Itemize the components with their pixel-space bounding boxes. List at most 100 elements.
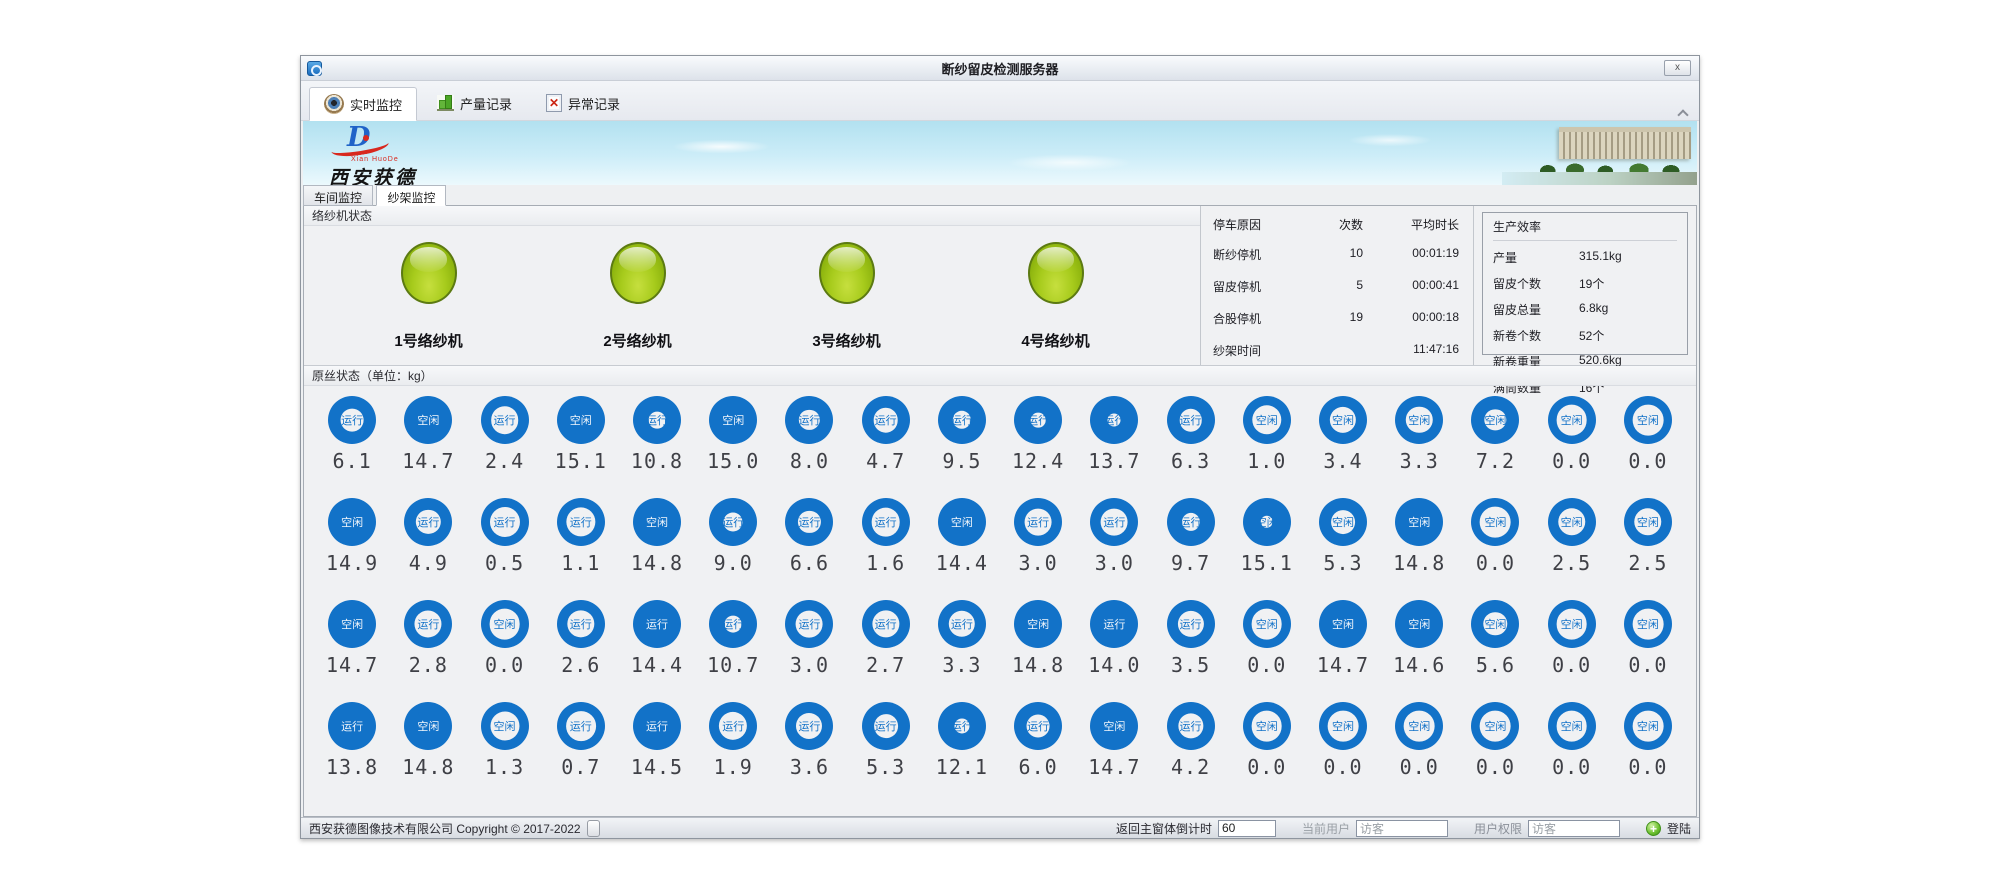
countdown-input[interactable]: [1218, 820, 1276, 837]
stop-reason: 留皮停机: [1213, 278, 1305, 295]
spool-status-indicator: 运行: [709, 702, 757, 750]
spool-status-label: 空闲: [481, 718, 529, 734]
spool-weight-value: 3.6: [771, 755, 847, 779]
spool-status-indicator: 运行: [1090, 396, 1138, 444]
spool-weight-value: 2.4: [466, 449, 542, 473]
spool-weight-value: 6.3: [1152, 449, 1228, 473]
spool-cell: 运行13.7: [1076, 390, 1152, 492]
spool-status-indicator: 运行: [785, 702, 833, 750]
spool-status-indicator: 空闲: [1624, 498, 1672, 546]
spool-status-indicator: 空闲: [1319, 600, 1367, 648]
spool-status-label: 空闲: [481, 616, 529, 632]
spool-status-label: 运行: [404, 514, 452, 530]
ribbon-tab-bar: 实时监控 产量记录 异常记录: [301, 81, 1699, 121]
spool-status-label: 空闲: [404, 718, 452, 734]
spool-cell: 运行 3.0: [771, 594, 847, 696]
spool-status-indicator: 运行: [709, 600, 757, 648]
spool-status-indicator: 空闲: [938, 498, 986, 546]
spool-status-indicator: 运行: [862, 498, 910, 546]
green-led-indicator: [1028, 242, 1084, 304]
main-content: 络纱机状态 1号络纱机 2号络纱机 3号络纱机: [303, 205, 1697, 817]
spool-cell: 空闲14.6: [1381, 594, 1457, 696]
tab-realtime-monitor[interactable]: 实时监控: [309, 87, 417, 121]
view-tab-bar: 车间监控 纱架监控: [301, 185, 1699, 206]
spool-weight-value: 4.2: [1152, 755, 1228, 779]
green-led-indicator: [610, 242, 666, 304]
spool-cell: 空闲3.3: [1381, 390, 1457, 492]
spool-status-indicator: 运行: [862, 702, 910, 750]
spool-weight-value: 14.7: [1305, 653, 1381, 677]
tab-production-records[interactable]: 产量记录: [423, 86, 526, 120]
spool-status-label: 运行: [557, 514, 605, 530]
spool-weight-value: 0.0: [1610, 449, 1686, 473]
spool-weight-value: 14.7: [390, 449, 466, 473]
spool-status-indicator: 空闲: [709, 396, 757, 444]
efficiency-row: 产量 315.1kg: [1493, 249, 1677, 266]
spool-weight-value: 1.0: [1229, 449, 1305, 473]
tab-workshop-monitor[interactable]: 车间监控: [303, 185, 373, 206]
spool-cell: 空闲0.0: [1229, 594, 1305, 696]
spool-cell: 运行3.5: [1152, 594, 1228, 696]
login-plus-icon[interactable]: [1646, 821, 1661, 836]
spool-status-label: 空闲: [1395, 616, 1443, 632]
spool-status-label: 空闲: [1624, 412, 1672, 428]
spool-status-label: 运行: [1014, 514, 1062, 530]
spool-weight-value: 0.0: [1534, 449, 1610, 473]
spool-status-indicator: 空闲: [328, 498, 376, 546]
spool-weight-value: 4.7: [848, 449, 924, 473]
company-banner: D Xian HuoDe 西安获德: [303, 121, 1697, 185]
statusbar-small-button[interactable]: [587, 820, 600, 837]
spool-cell: 运行2.8: [390, 594, 466, 696]
spool-status-indicator: 空闲: [1624, 396, 1672, 444]
tab-creel-monitor[interactable]: 纱架监控: [376, 185, 446, 206]
company-logo: D Xian HuoDe 西安获德: [329, 123, 479, 183]
spool-status-label: 运行: [862, 412, 910, 428]
spool-status-indicator: 运行: [938, 600, 986, 648]
spool-status-indicator: 运行: [785, 396, 833, 444]
spool-status-indicator: 空闲: [1243, 498, 1291, 546]
spool-cell: 运行0.5: [466, 492, 542, 594]
logo-english-text: Xian HuoDe: [351, 156, 399, 163]
tab-exception-records[interactable]: 异常记录: [532, 86, 634, 120]
spool-cell: 空闲 14.7: [390, 390, 466, 492]
spool-status-indicator: 运行: [328, 396, 376, 444]
spool-cell: 运行6.3: [1152, 390, 1228, 492]
spool-status-indicator: 运行: [862, 396, 910, 444]
spool-cell: 空闲15.0: [695, 390, 771, 492]
user-permission-label: 用户权限: [1474, 820, 1522, 837]
spool-cell: 运行 2.7: [848, 594, 924, 696]
user-permission-input[interactable]: [1528, 820, 1620, 837]
bar-chart-icon: [437, 95, 454, 111]
spool-weight-value: 2.7: [848, 653, 924, 677]
spool-status-label: 空闲: [557, 412, 605, 428]
spool-status-indicator: 空闲: [1395, 702, 1443, 750]
spool-status-label: 空闲: [1548, 412, 1596, 428]
spool-status-indicator: 运行: [557, 702, 605, 750]
spool-status-indicator: 运行: [1167, 702, 1215, 750]
spool-status-indicator: 空闲: [481, 702, 529, 750]
spool-status-label: 运行: [785, 616, 833, 632]
spool-weight-value: 2.5: [1610, 551, 1686, 575]
green-led-indicator: [819, 242, 875, 304]
tab-label: 实时监控: [350, 95, 402, 114]
spool-weight-value: 14.8: [390, 755, 466, 779]
machine-status-3: 3号络纱机: [812, 242, 880, 351]
eye-icon: [324, 94, 344, 114]
chevron-up-icon[interactable]: [1678, 108, 1687, 117]
spool-weight-value: 3.0: [771, 653, 847, 677]
login-button[interactable]: 登陆: [1667, 820, 1691, 837]
close-button[interactable]: x: [1664, 60, 1691, 76]
spool-cell: 运行1.6: [848, 492, 924, 594]
spool-status-indicator: 运行: [404, 600, 452, 648]
spool-status-label: 空闲: [404, 412, 452, 428]
metric-value: 315.1kg: [1579, 249, 1677, 266]
current-user-input[interactable]: [1356, 820, 1448, 837]
building-image: [1559, 127, 1691, 159]
spool-weight-value: 3.4: [1305, 449, 1381, 473]
spool-cell: 空闲5.3: [1305, 492, 1381, 594]
spool-status-label: 空闲: [1319, 412, 1367, 428]
spool-status-indicator: 运行: [862, 600, 910, 648]
spool-weight-value: 14.4: [924, 551, 1000, 575]
spool-status-label: 运行: [633, 616, 681, 632]
spool-status-indicator: 运行: [557, 600, 605, 648]
